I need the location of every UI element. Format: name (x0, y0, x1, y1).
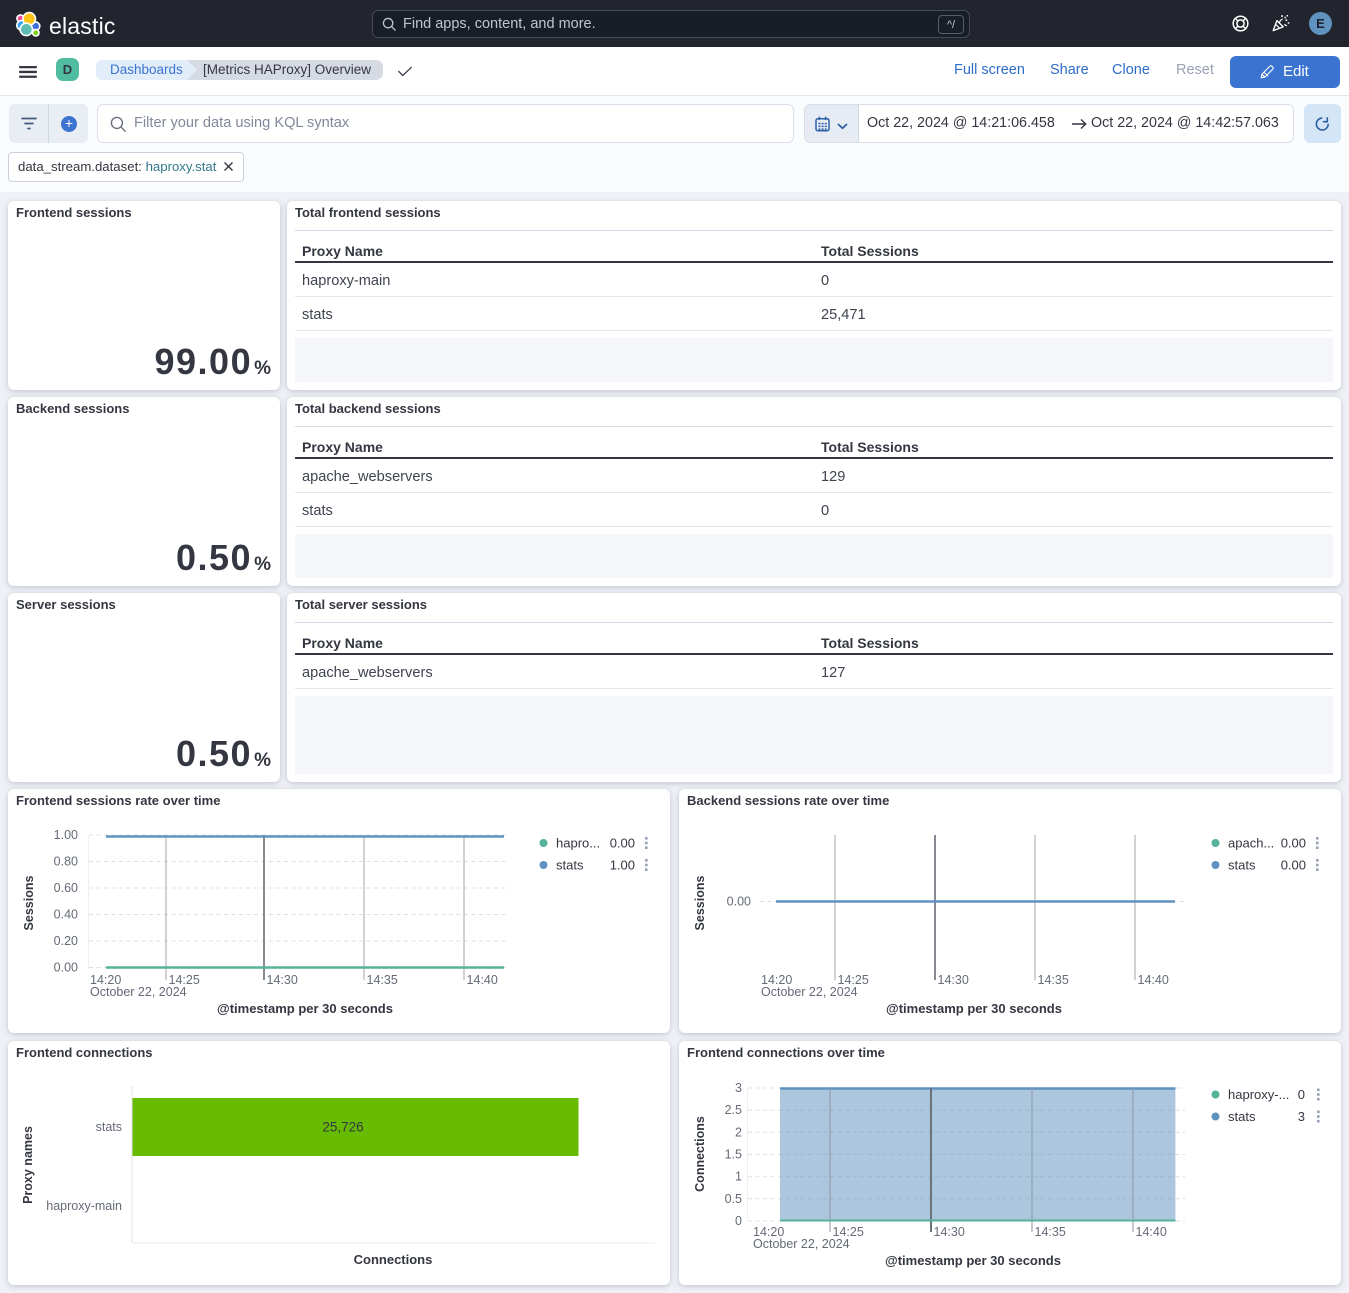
svg-text:0: 0 (1298, 1087, 1305, 1102)
svg-text:October 22, 2024: October 22, 2024 (761, 985, 858, 999)
svg-text:1.00: 1.00 (54, 828, 78, 842)
svg-text:haproxy-...: haproxy-... (1228, 1087, 1289, 1102)
svg-text:14:30: 14:30 (934, 1225, 965, 1239)
svg-text:Sessions: Sessions (693, 876, 707, 931)
svg-text:2: 2 (735, 1125, 742, 1139)
svg-text:0.40: 0.40 (54, 908, 78, 922)
svg-text:stats: stats (1228, 858, 1256, 873)
svg-text:Connections: Connections (354, 1252, 433, 1267)
svg-text:stats: stats (1228, 1109, 1256, 1124)
svg-text:Proxy names: Proxy names (21, 1126, 35, 1204)
svg-text:14:40: 14:40 (1138, 973, 1169, 987)
svg-text:0.00: 0.00 (1281, 858, 1306, 873)
svg-text:3: 3 (735, 1081, 742, 1095)
svg-text:14:40: 14:40 (467, 973, 498, 987)
svg-text:haproxy-main: haproxy-main (46, 1199, 122, 1213)
svg-text:0.00: 0.00 (54, 961, 78, 975)
svg-text:0.00: 0.00 (727, 895, 751, 909)
svg-text:@timestamp per 30 seconds: @timestamp per 30 seconds (886, 1001, 1062, 1016)
svg-text:stats: stats (96, 1120, 122, 1134)
svg-text:14:35: 14:35 (1038, 973, 1069, 987)
svg-text:hapro...: hapro... (556, 836, 600, 851)
svg-text:0.5: 0.5 (725, 1192, 742, 1206)
svg-text:14:35: 14:35 (367, 973, 398, 987)
svg-text:@timestamp per 30 seconds: @timestamp per 30 seconds (217, 1001, 393, 1016)
svg-text:14:30: 14:30 (267, 973, 298, 987)
svg-text:3: 3 (1298, 1109, 1305, 1124)
svg-text:1: 1 (735, 1170, 742, 1184)
svg-text:apach...: apach... (1228, 836, 1274, 851)
svg-text:14:35: 14:35 (1035, 1225, 1066, 1239)
svg-text:stats: stats (556, 858, 584, 873)
svg-text:October 22, 2024: October 22, 2024 (753, 1237, 850, 1251)
svg-text:Sessions: Sessions (22, 876, 36, 931)
svg-text:25,726: 25,726 (322, 1120, 363, 1135)
svg-text:October 22, 2024: October 22, 2024 (90, 985, 187, 999)
svg-text:14:40: 14:40 (1136, 1225, 1167, 1239)
svg-text:1.00: 1.00 (610, 858, 635, 873)
svg-text:0: 0 (735, 1214, 742, 1228)
svg-text:0.60: 0.60 (54, 881, 78, 895)
svg-text:2.5: 2.5 (725, 1103, 742, 1117)
svg-text:14:30: 14:30 (938, 973, 969, 987)
svg-text:0.00: 0.00 (1281, 836, 1306, 851)
svg-text:0.80: 0.80 (54, 855, 78, 869)
svg-text:1.5: 1.5 (725, 1148, 742, 1162)
svg-text:0.20: 0.20 (54, 934, 78, 948)
svg-text:0.00: 0.00 (610, 836, 635, 851)
svg-text:Connections: Connections (693, 1116, 707, 1192)
svg-text:@timestamp per 30 seconds: @timestamp per 30 seconds (885, 1253, 1061, 1268)
